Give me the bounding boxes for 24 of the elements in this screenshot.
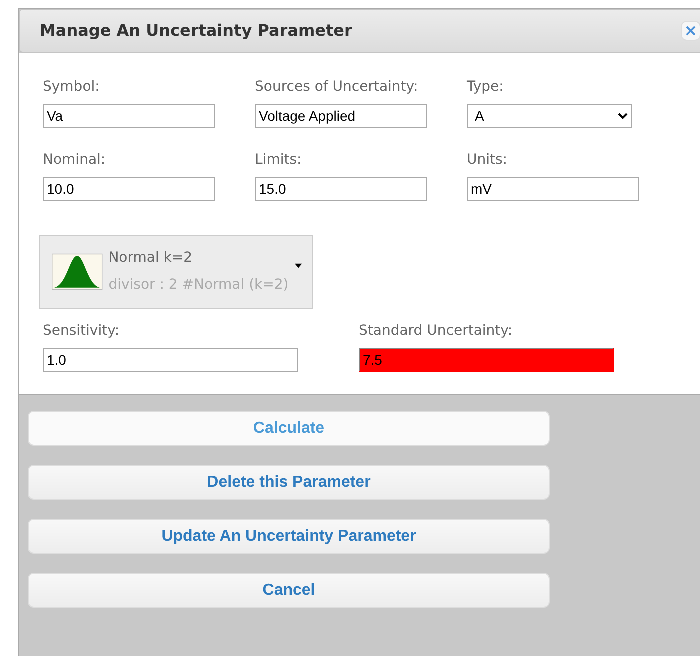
action-button[interactable]: Delete this Parameter — [28, 465, 550, 500]
field-label: Sources of Uncertainty: — [255, 78, 420, 97]
input-field[interactable]: 1.0 — [43, 348, 298, 372]
field-label: Symbol: — [43, 78, 101, 97]
field-label: Sensitivity: — [43, 322, 121, 341]
input-field[interactable]: Va — [43, 104, 215, 128]
distribution-dropdown[interactable]: Normal k=2 divisor : 2 #Normal (k=2) — [39, 235, 313, 309]
action-button[interactable]: Update An Uncertainty Parameter — [28, 519, 550, 554]
distribution-name: Normal k=2 — [108, 249, 194, 268]
field-label: Standard Uncertainty: — [359, 322, 514, 341]
field-label: Type: — [467, 78, 505, 97]
dialog-title: Manage An Uncertainty Parameter — [40, 20, 352, 42]
input-field[interactable]: Voltage Applied — [255, 104, 427, 128]
caret-icon — [294, 263, 302, 269]
field-label: Nominal: — [43, 151, 107, 170]
action-button[interactable]: Cancel — [28, 573, 550, 608]
input-field[interactable]: mV — [467, 177, 639, 201]
field-label: Units: — [467, 151, 509, 170]
distribution-detail: divisor : 2 #Normal (k=2) — [108, 276, 289, 295]
field-label: Limits: — [255, 151, 303, 170]
type-select[interactable]: A — [467, 104, 632, 128]
input-field[interactable]: 10.0 — [43, 177, 215, 201]
input-field[interactable]: 15.0 — [255, 177, 427, 201]
input-field[interactable]: 7.5 — [359, 348, 614, 372]
